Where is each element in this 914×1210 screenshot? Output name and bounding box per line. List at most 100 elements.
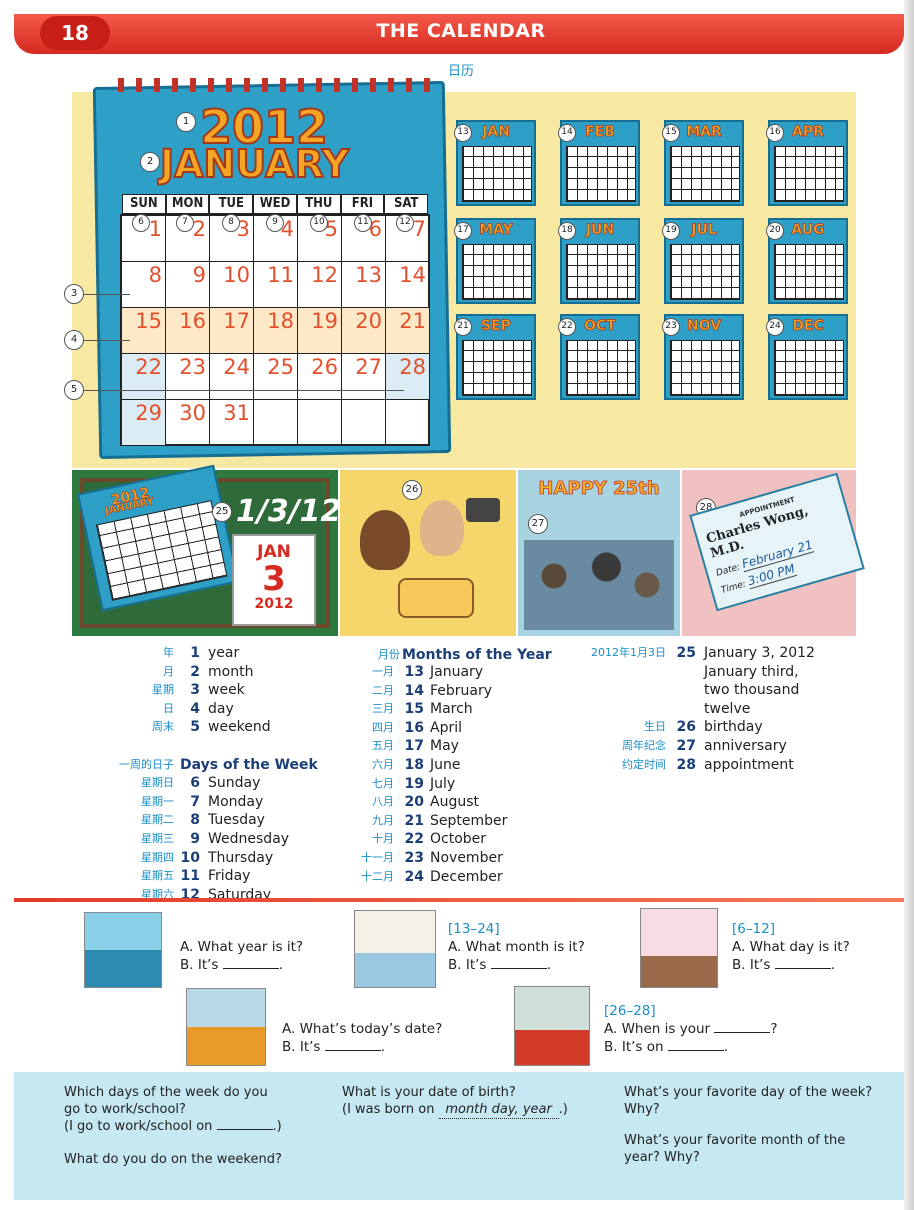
footer-q1-line2: go to work/school? <box>64 1102 186 1117</box>
question-day-a: A. What day is it? <box>732 939 850 955</box>
vocab-number: 28 <box>676 756 696 773</box>
footer-q1-end: .) <box>272 1119 282 1134</box>
footer-q1-prefix: (I go to work/school on <box>64 1119 213 1134</box>
month-calendar-feb: 14 FEB <box>558 120 640 206</box>
vocab-number: 19 <box>404 775 424 792</box>
days-of-week-row: SUN MON TUE WED THU FRI SAT <box>122 194 429 214</box>
vocab-chinese: 周年纪念 <box>622 738 666 752</box>
footer-q4-line1: What’s your favorite day of the week? <box>624 1085 873 1100</box>
calendar-day-cell: 28 <box>386 354 430 400</box>
footer-col-1: Which days of the week do you go to work… <box>64 1084 282 1168</box>
calendar-month: JANUARY <box>159 141 350 187</box>
vocab-word: October <box>430 831 487 848</box>
month-label: JAN <box>482 124 511 141</box>
footer-col-3: What’s your favorite day of the week? Wh… <box>624 1084 872 1166</box>
question-date-a: A. What’s today’s date? <box>282 1021 443 1037</box>
question-mark: ? <box>770 1021 778 1037</box>
calendar-day-cell <box>342 400 386 446</box>
dow-fri: FRI <box>340 194 385 214</box>
vocab-chinese: 约定时间 <box>622 757 666 771</box>
month-grid <box>670 146 740 202</box>
answer-blank[interactable] <box>222 957 279 969</box>
pointer-line <box>84 294 130 295</box>
island-picture <box>84 912 162 988</box>
month-grid <box>566 244 636 300</box>
question-day: [6–12] A. What day is it? B. It’s . <box>732 920 850 974</box>
answer-blank[interactable] <box>774 957 831 969</box>
month-grid <box>670 340 740 396</box>
vocab-word: two thousand <box>704 682 800 699</box>
month-label: OCT <box>584 318 617 335</box>
question-month: [13–24] A. What month is it? B. It’s . <box>448 920 585 974</box>
callout-3: 3 <box>64 284 84 304</box>
dow-thu: THU <box>296 194 341 214</box>
footer-q1-blank[interactable] <box>216 1118 273 1130</box>
vocab-number: 20 <box>404 794 424 811</box>
vocab-date-item: 2012年1月3日 25 January 3, 2012 <box>0 644 914 663</box>
hospital-picture <box>354 910 436 988</box>
woman-desk-picture <box>186 988 266 1066</box>
vocab-month-item: 十月 22 October <box>0 830 914 849</box>
calendar-day-cell: 8 <box>122 262 166 308</box>
vocab-date-item: January third, <box>0 663 914 682</box>
footer-q2: What do you do on the weekend? <box>64 1152 282 1167</box>
calendar-day-cell: 13 <box>342 262 386 308</box>
calendar-day-cell: 27 <box>342 354 386 400</box>
vocab-number: 21 <box>404 812 424 829</box>
vocab-word: January 3, 2012 <box>704 645 815 661</box>
answer-blank[interactable] <box>490 957 547 969</box>
vocab-chinese: 九月 <box>372 813 394 827</box>
callout-10: 10 <box>310 214 328 232</box>
month-calendar-jul: 19 JUL <box>662 218 744 304</box>
footer-col-2: What is your date of birth? (I was born … <box>342 1084 568 1119</box>
girl-pajamas-picture <box>640 908 718 988</box>
vocab-chinese: 十月 <box>372 832 394 846</box>
calendar-day-cell: 17 <box>210 308 254 354</box>
month-calendar-dec: 24 DEC <box>766 314 848 400</box>
dow-wed: WED <box>253 194 297 214</box>
callout-1: 1 <box>176 112 196 132</box>
callout-12: 12 <box>396 214 414 232</box>
vocab-column-3: 2012年1月3日 25 January 3, 2012 January third,… <box>0 644 914 774</box>
calendar-day-cell: 25 <box>254 354 298 400</box>
section-divider <box>14 898 904 902</box>
question-blank[interactable] <box>714 1021 771 1033</box>
month-calendar-nov: 23 NOV <box>662 314 744 400</box>
answer-blank[interactable] <box>667 1039 724 1051</box>
vocab-month-item: 九月 21 September <box>0 812 914 831</box>
month-calendar-jun: 18 JUN <box>558 218 640 304</box>
month-grid <box>774 146 844 202</box>
calendar-day-cell: 31 <box>210 400 254 446</box>
birthday-cake <box>398 578 474 618</box>
footer-q5-line1: What’s your favorite month of the <box>624 1133 846 1148</box>
footer-q1-line3: (I go to work/school on .) <box>64 1118 282 1135</box>
callout-2: 2 <box>140 152 160 172</box>
answer-prefix: B. It’s <box>448 957 487 973</box>
footer-q3-line2: (I was born on month day, year.) <box>342 1101 568 1119</box>
footer-q3-end: .) <box>558 1102 568 1117</box>
vocab-date-item: twelve <box>0 700 914 719</box>
month-label: MAR <box>686 124 722 141</box>
vocab-chinese: 十二月 <box>361 869 394 883</box>
crowd-scene <box>524 540 674 630</box>
month-label: JUL <box>691 222 717 239</box>
month-calendar-aug: 20 AUG <box>766 218 848 304</box>
dow-sat: SAT <box>384 194 429 214</box>
calendar-day-cell <box>254 400 298 446</box>
vocab-word: birthday <box>704 719 763 736</box>
answer-blank[interactable] <box>324 1039 381 1051</box>
callout-6: 6 <box>132 214 150 232</box>
question-when-b: B. It’s on . <box>604 1039 729 1055</box>
footer-q3-fill[interactable]: month day, year <box>438 1101 559 1119</box>
pointer-line <box>84 340 130 341</box>
girl-figure <box>360 510 410 570</box>
calendar-day-cell: 22 <box>122 354 166 400</box>
month-grid <box>566 146 636 202</box>
day-card-day: 3 <box>262 559 286 599</box>
vocab-month-item: 八月 20 August <box>0 793 914 812</box>
question-day-tag: [6–12] <box>732 921 776 937</box>
calendar-day-cell: 14 <box>386 262 430 308</box>
month-calendar-apr: 16 APR <box>766 120 848 206</box>
callout-4: 4 <box>64 330 84 350</box>
footer-q3-line1: What is your date of birth? <box>342 1085 516 1100</box>
